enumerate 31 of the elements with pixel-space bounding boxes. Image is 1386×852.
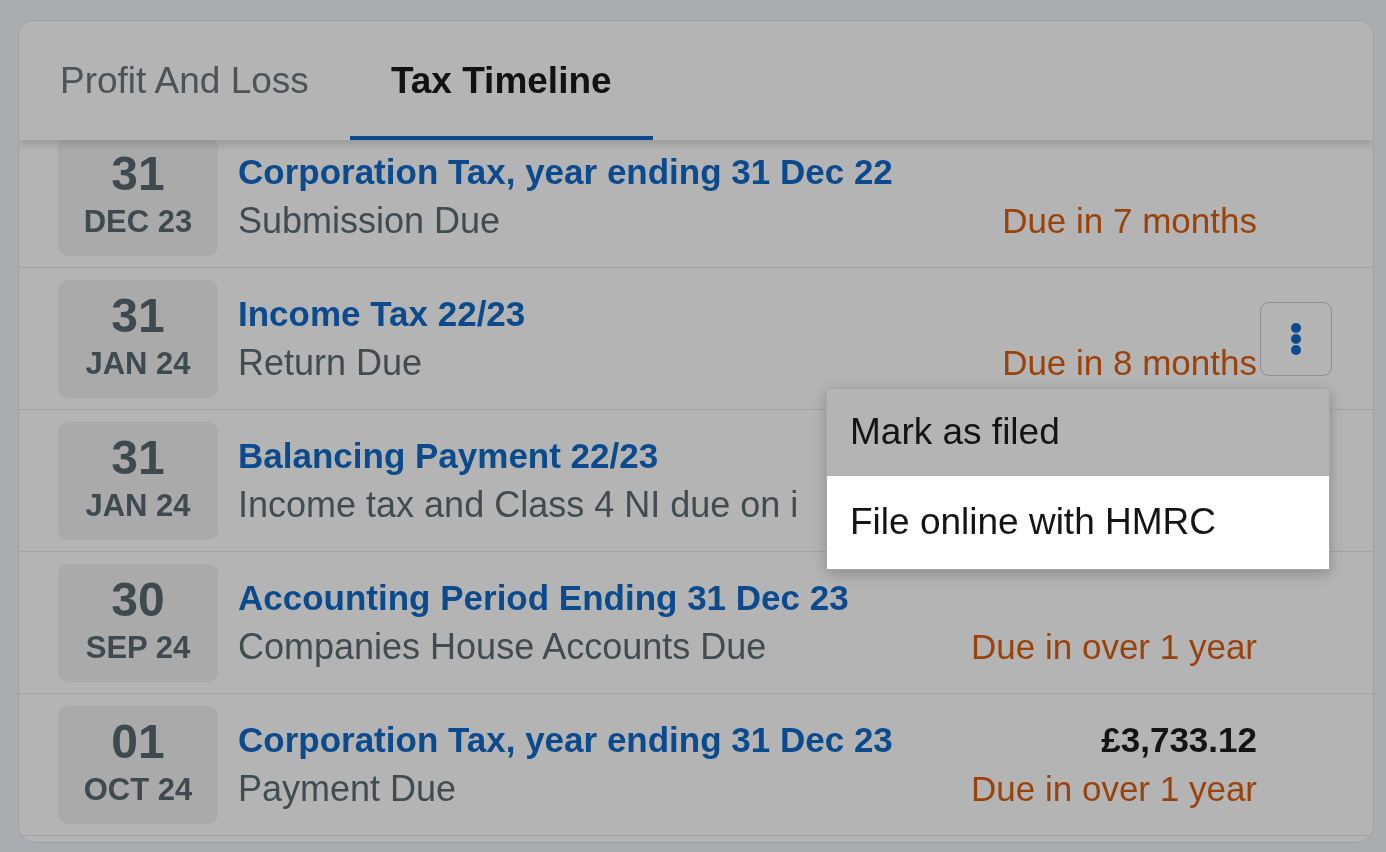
date-month: JAN 24	[85, 345, 191, 382]
title-link[interactable]: Corporation Tax, year ending 31 Dec 23	[238, 720, 893, 760]
date-day: 31	[111, 432, 165, 483]
menu-item[interactable]: Mark as filed	[827, 388, 1329, 476]
title-link[interactable]: Balancing Payment 22/23	[238, 436, 659, 476]
date-month: DEC 23	[83, 203, 193, 240]
due-status: Due in 8 months	[1002, 343, 1257, 383]
vertical-dots-icon	[1291, 322, 1301, 355]
date-day: 30	[111, 574, 165, 625]
date-month: OCT 24	[83, 771, 193, 808]
due-status: Due in over 1 year	[971, 769, 1257, 809]
item-subtitle: Return Due	[238, 342, 423, 384]
title-link[interactable]: Accounting Period Ending 31 Dec 23	[238, 578, 849, 618]
item-subtitle: Submission Due	[238, 200, 501, 242]
item-subtitle: Payment Due	[238, 768, 457, 810]
title-link[interactable]: Income Tax 22/23	[238, 294, 526, 334]
due-status: Due in 7 months	[1002, 201, 1257, 241]
tab[interactable]: Tax Timeline	[349, 21, 653, 140]
date-month: JAN 24	[85, 487, 191, 524]
date-day: 31	[111, 148, 165, 199]
amount-text: £3,733.12	[1101, 720, 1257, 760]
item-subtitle: Income tax and Class 4 NI due on i	[238, 484, 799, 526]
tab[interactable]: Profit And Loss	[19, 21, 350, 140]
date-day: 01	[111, 716, 165, 767]
title-link[interactable]: Corporation Tax, year ending 31 Dec 22	[238, 152, 893, 192]
item-subtitle: Companies House Accounts Due	[238, 626, 767, 668]
due-status: Due in over 1 year	[971, 627, 1257, 667]
date-day: 31	[111, 290, 165, 341]
more-button[interactable]	[1260, 301, 1332, 376]
menu-item[interactable]: File online with HMRC	[827, 475, 1329, 569]
date-month: SEP 24	[85, 629, 191, 666]
